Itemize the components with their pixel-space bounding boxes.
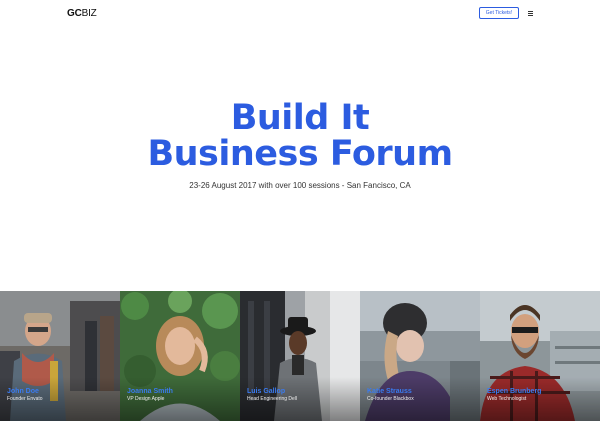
speaker-card-espen-brunberg[interactable]: Espen Brunberg Web Technologist [480,291,600,421]
hero-title-line-1: Build It [230,98,370,138]
speaker-caption: Joanna Smith VP Design Apple [127,388,173,403]
speaker-card-luis-gallop[interactable]: Luis Gallop Head Engineering Dell [240,291,360,421]
speaker-caption: Katie Strauss Co-founder Blackbox [367,388,414,403]
speaker-name: John Doe [7,388,39,395]
logo-light-text: BIZ [81,8,97,19]
speaker-role: Head Engineering Dell [247,396,298,402]
site-logo[interactable]: GCBIZ [67,8,97,19]
page: GCBIZ Get Tickets! Build It Business For… [0,0,600,421]
speaker-name: Espen Brunberg [487,388,542,395]
site-header: GCBIZ Get Tickets! [0,0,600,28]
speaker-card-joanna-smith[interactable]: Joanna Smith VP Design Apple [120,291,240,421]
get-tickets-button[interactable]: Get Tickets! [479,7,519,19]
speaker-role: Web Technologist [487,396,527,402]
speaker-name: Katie Strauss [367,388,412,395]
speaker-name: Luis Gallop [247,388,286,395]
speaker-name: Joanna Smith [127,388,173,395]
hamburger-menu-icon[interactable] [528,11,533,16]
speaker-caption: John Doe Founder Envato [7,388,43,403]
speaker-role: VP Design Apple [127,396,165,402]
speaker-caption: Luis Gallop Head Engineering Dell [247,388,297,403]
speaker-role: Co-founder Blackbox [367,396,414,402]
speakers-strip: John Doe Founder Envato Joanna Smith VP … [0,291,600,421]
speaker-caption: Espen Brunberg Web Technologist [487,388,541,403]
speaker-card-katie-strauss[interactable]: Katie Strauss Co-founder Blackbox [360,291,480,421]
hero-title-line-2: Business Forum [147,134,453,174]
speaker-card-john-doe[interactable]: John Doe Founder Envato [0,291,120,421]
hero-title: Build It Business Forum [0,100,600,172]
hero-subtitle: 23-26 August 2017 with over 100 sessions… [189,181,411,190]
logo-bold-text: GC [67,8,82,19]
speaker-role: Founder Envato [7,396,43,402]
